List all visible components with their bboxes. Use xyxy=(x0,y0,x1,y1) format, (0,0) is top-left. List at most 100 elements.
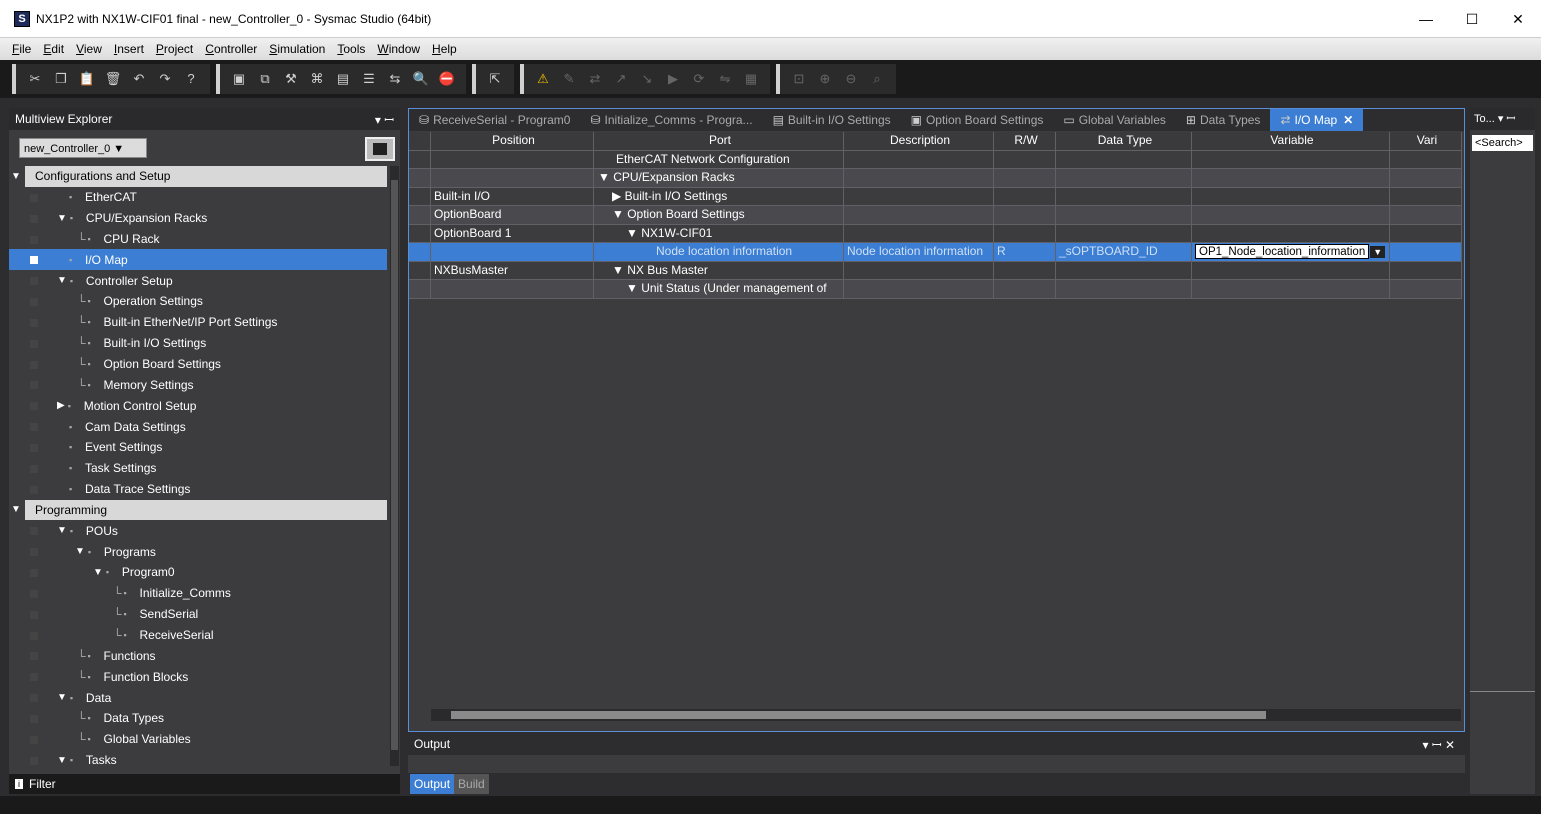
table-row[interactable]: NXBusMaster ▼ NX Bus Master xyxy=(409,261,1462,280)
grid-hscrollbar[interactable] xyxy=(431,709,1461,721)
warning-icon[interactable]: ⚠ xyxy=(531,68,555,90)
tree-item[interactable]: └ ▪ Operation Settings xyxy=(9,291,387,312)
fit-icon[interactable]: ⊡ xyxy=(787,68,811,90)
chevron-down-icon[interactable]: ▼ xyxy=(1370,246,1386,258)
zoom-100-icon[interactable]: ⌕ xyxy=(865,68,889,90)
filter-bar[interactable]: i Filter xyxy=(9,774,400,794)
close-button[interactable]: ✕ xyxy=(1495,0,1541,38)
row-selector[interactable] xyxy=(409,224,431,243)
table-cell[interactable] xyxy=(1192,224,1390,243)
column-header[interactable]: Variable xyxy=(1192,132,1390,151)
3d-icon[interactable]: ▣ xyxy=(227,68,251,90)
expand-arrow-icon[interactable]: ▼ xyxy=(75,546,85,557)
tree-item[interactable]: └ ▪ Option Board Settings xyxy=(9,354,387,375)
tree-item[interactable]: ▼ ▪ Program0 xyxy=(9,562,387,583)
cut-icon[interactable]: ✂ xyxy=(23,68,47,90)
menu-controller[interactable]: Controller xyxy=(199,42,263,56)
editor-tab[interactable]: ⛁ ReceiveSerial - Program0 xyxy=(409,109,580,131)
column-header[interactable]: Position xyxy=(431,132,594,151)
menu-project[interactable]: Project xyxy=(150,42,199,56)
tab-build[interactable]: Build xyxy=(454,774,489,794)
refresh-icon[interactable]: ⟳ xyxy=(687,68,711,90)
table-row[interactable]: Node location information Node location i… xyxy=(409,243,1462,262)
expand-arrow-icon[interactable]: ▼ xyxy=(93,567,103,578)
simulation-icon[interactable]: ✎ xyxy=(557,68,581,90)
find-icon[interactable]: 🔍 xyxy=(409,68,433,90)
replace-icon[interactable]: ⇆ xyxy=(383,68,407,90)
row-selector[interactable] xyxy=(409,187,431,206)
expand-arrow-icon[interactable]: ▼ xyxy=(57,525,67,536)
menu-edit[interactable]: Edit xyxy=(37,42,70,56)
tree-item[interactable]: ▪ EtherCAT xyxy=(9,187,387,208)
cross-reference-icon[interactable]: ⌘ xyxy=(305,68,329,90)
menu-insert[interactable]: Insert xyxy=(108,42,150,56)
table-row[interactable]: ▼ Unit Status (Under management of xyxy=(409,280,1462,299)
build-icon[interactable]: ⚒ xyxy=(279,68,303,90)
editor-tab[interactable]: ⇄ I/O Map ✕ xyxy=(1270,109,1364,131)
row-selector[interactable] xyxy=(409,169,431,188)
tree-item[interactable]: └ ▪ Initialize_Comms xyxy=(9,583,387,604)
tree-item[interactable]: ▪ Cam Data Settings xyxy=(9,416,387,437)
transfer-to-icon[interactable]: ↗ xyxy=(609,68,633,90)
table-row[interactable]: Built-in I/O ▶ Built-in I/O Settings xyxy=(409,187,1462,206)
menu-simulation[interactable]: Simulation xyxy=(263,42,331,56)
expand-arrow-icon[interactable]: ▼ xyxy=(11,171,21,182)
tree-item[interactable]: ▪ I/O Map xyxy=(9,249,387,271)
tree-item[interactable]: ▼ ▪ Data xyxy=(9,687,387,708)
editor-tab[interactable]: ▣ Option Board Settings xyxy=(901,109,1054,131)
column-header[interactable]: R/W xyxy=(994,132,1056,151)
transfer-icon[interactable]: ⇄ xyxy=(583,68,607,90)
tree-item[interactable]: └ ▪ ReceiveSerial xyxy=(9,625,387,646)
row-selector[interactable] xyxy=(409,261,431,280)
help-icon[interactable]: ? xyxy=(179,68,203,90)
undo-icon[interactable]: ↶ xyxy=(127,68,151,90)
window-icon[interactable]: ⧉ xyxy=(253,68,277,90)
tree-item[interactable]: ▶ ▪ Motion Control Setup xyxy=(9,395,387,416)
table-cell[interactable] xyxy=(1192,150,1390,169)
row-selector[interactable] xyxy=(409,206,431,225)
editor-tab[interactable]: ⊞ Data Types xyxy=(1176,109,1271,131)
table-row[interactable]: ▼ CPU/Expansion Racks xyxy=(409,169,1462,188)
tree-item[interactable]: └ ▪ Function Blocks xyxy=(9,666,387,687)
editor-tab[interactable]: ⛁ Initialize_Comms - Progra... xyxy=(580,109,762,131)
tree-item[interactable]: └ ▪ Global Variables xyxy=(9,729,387,750)
tree-item[interactable]: └ ▪ Data Types xyxy=(9,708,387,729)
compare-icon[interactable]: ▤ xyxy=(331,68,355,90)
redo-icon[interactable]: ↷ xyxy=(153,68,177,90)
table-cell[interactable] xyxy=(1192,169,1390,188)
table-row[interactable]: EtherCAT Network Configuration xyxy=(409,150,1462,169)
row-selector[interactable] xyxy=(409,150,431,169)
column-header[interactable]: Description xyxy=(844,132,994,151)
column-header[interactable]: Port xyxy=(594,132,844,151)
tree-item[interactable]: ▪ Task Settings xyxy=(9,458,387,479)
tab-output[interactable]: Output xyxy=(410,774,455,794)
table-row[interactable]: OptionBoard 1 ▼ NX1W-CIF01 xyxy=(409,224,1462,243)
tree-item[interactable]: ▼ Configurations and Setup xyxy=(11,166,387,187)
editor-tab[interactable]: ▭ Global Variables xyxy=(1053,109,1176,131)
editor-tab[interactable]: ▤ Built-in I/O Settings xyxy=(763,109,901,131)
stop-icon[interactable]: ⛔ xyxy=(435,68,459,90)
minimize-button[interactable]: — xyxy=(1403,0,1449,38)
tree-item[interactable]: └ ▪ SendSerial xyxy=(9,604,387,625)
monitor-icon[interactable]: ▦ xyxy=(739,68,763,90)
tree-item[interactable]: ▼ ▪ CPU/Expansion Racks xyxy=(9,208,387,229)
tree-item[interactable]: ▼ Programming xyxy=(11,499,387,521)
copy-icon[interactable]: ❐ xyxy=(49,68,73,90)
paste-icon[interactable]: 📋 xyxy=(75,68,99,90)
tree-item[interactable]: ▪ Event Settings xyxy=(9,437,387,458)
menu-window[interactable]: Window xyxy=(371,42,426,56)
tree-item[interactable]: └ ▪ Built-in EtherNet/IP Port Settings xyxy=(9,312,387,333)
expand-arrow-icon[interactable]: ▼ xyxy=(57,755,67,766)
tree-item[interactable]: ▼ ▪ Controller Setup xyxy=(9,270,387,291)
menu-help[interactable]: Help xyxy=(426,42,463,56)
tab-close-icon[interactable]: ✕ xyxy=(1343,113,1353,127)
run-icon[interactable]: ▶ xyxy=(661,68,685,90)
transfer-from-icon[interactable]: ↘ xyxy=(635,68,659,90)
row-selector[interactable] xyxy=(409,243,431,262)
expand-arrow-icon[interactable]: ▼ xyxy=(57,275,67,286)
table-cell[interactable] xyxy=(1192,280,1390,299)
table-cell[interactable] xyxy=(1192,206,1390,225)
menu-view[interactable]: View xyxy=(70,42,108,56)
tree-item[interactable]: └ ▪ CPU Rack xyxy=(9,229,387,250)
tree-item[interactable]: ▼ ▪ Tasks xyxy=(9,750,387,771)
